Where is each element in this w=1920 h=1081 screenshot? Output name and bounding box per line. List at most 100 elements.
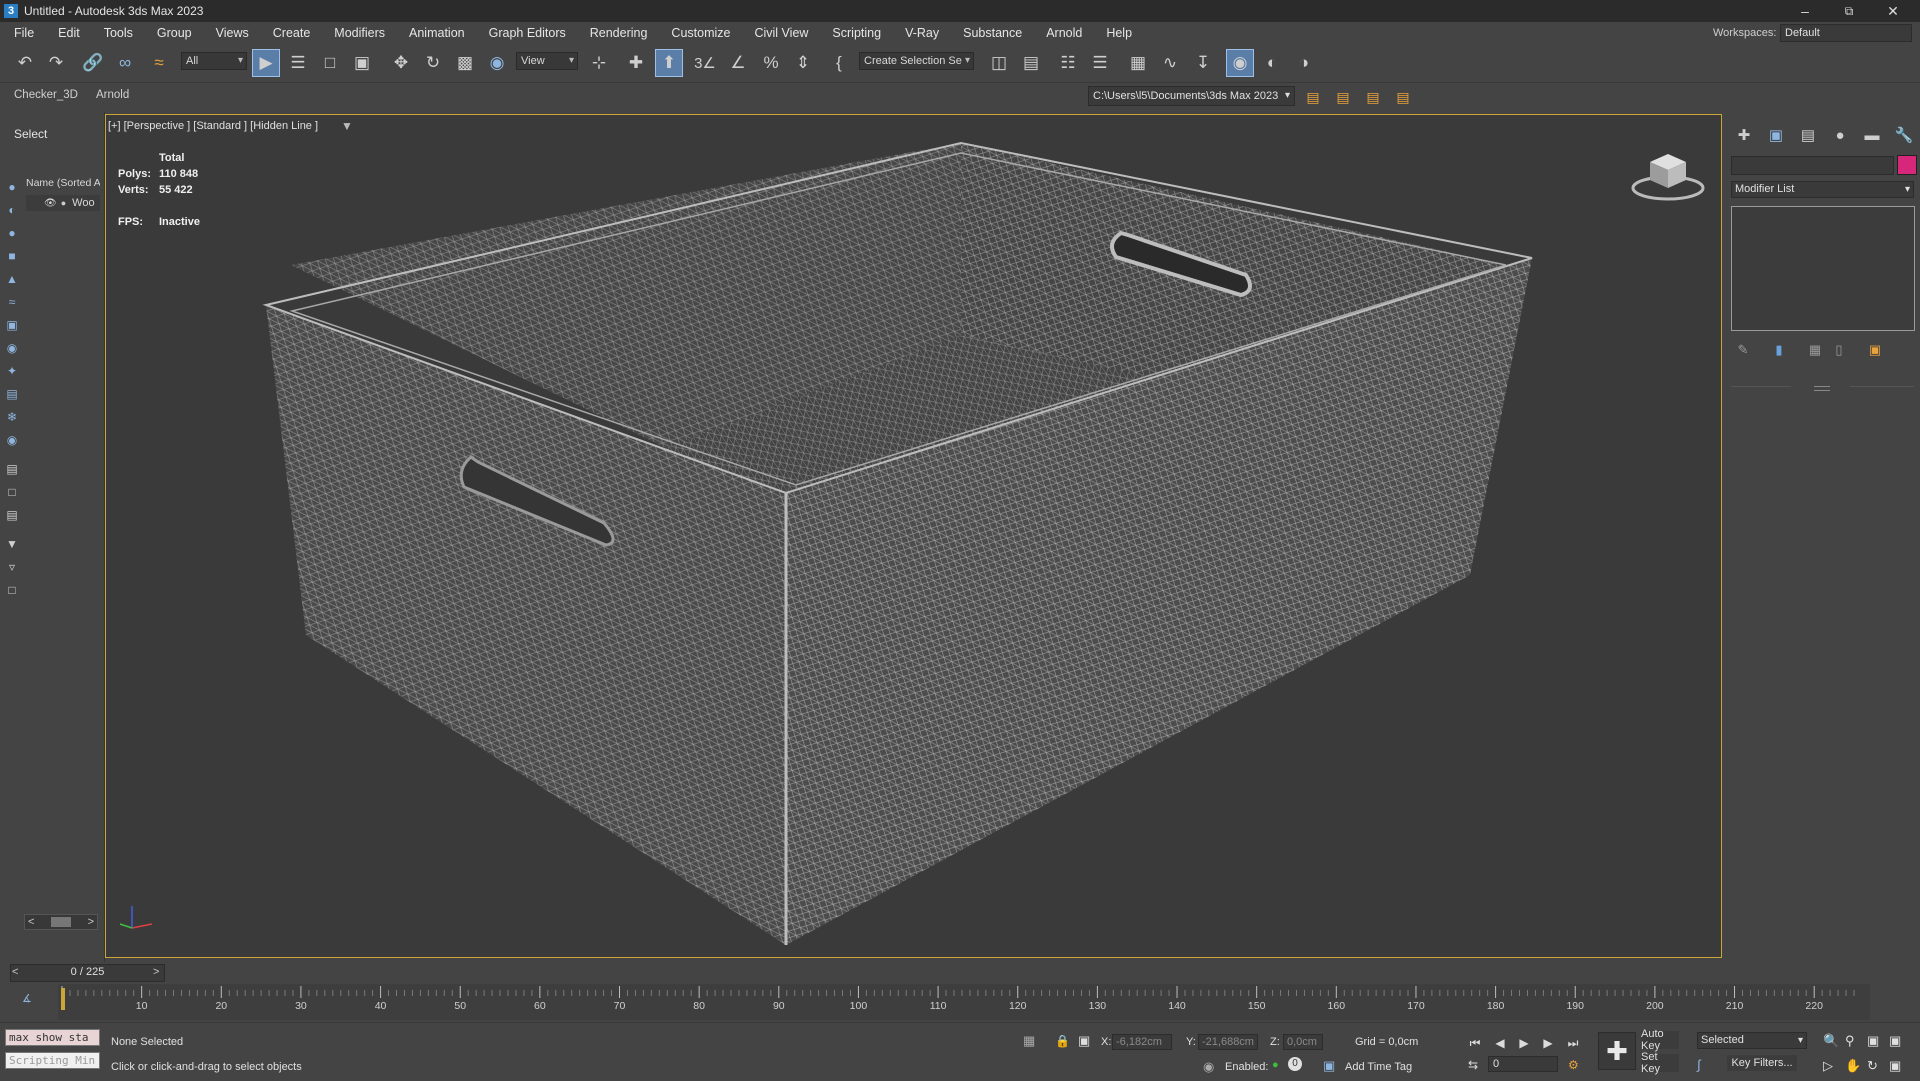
folder-icon[interactable]: □: [3, 581, 21, 599]
reference-coordinate-dropdown[interactable]: View: [516, 52, 578, 70]
display-geometry-icon[interactable]: ●: [3, 178, 21, 196]
spinner-snap-icon[interactable]: ⇕: [790, 50, 816, 76]
time-tag-icon[interactable]: ▣: [1323, 1058, 1335, 1074]
snaps-toggle-icon[interactable]: 3∠: [692, 50, 718, 76]
scroll-right-icon[interactable]: >: [88, 916, 94, 928]
current-frame-field[interactable]: 0: [1488, 1056, 1558, 1072]
zoom-extents-all-icon[interactable]: ▣: [1889, 1033, 1901, 1049]
close-icon[interactable]: ✕: [1871, 0, 1915, 22]
percent-snap-icon[interactable]: %: [758, 50, 784, 76]
utilities-tab-icon[interactable]: 🔧: [1892, 124, 1916, 146]
make-unique-icon[interactable]: ▦: [1805, 340, 1825, 360]
workspace-dropdown[interactable]: Default: [1780, 24, 1912, 42]
rectangular-selection-icon[interactable]: □: [317, 50, 343, 76]
display-helpers-icon[interactable]: ▲: [3, 270, 21, 288]
mini-curve-editor-icon[interactable]: ∡: [22, 992, 32, 1005]
show-end-result-icon[interactable]: ▮: [1769, 340, 1789, 360]
time-tag-toggle-icon[interactable]: 0: [1288, 1057, 1302, 1071]
menu-scripting[interactable]: Scripting: [820, 26, 893, 40]
rotate-icon[interactable]: ↻: [420, 50, 446, 76]
x-coord-field[interactable]: -6,182cm: [1112, 1034, 1172, 1050]
modifier-list-dropdown[interactable]: Modifier List: [1731, 181, 1914, 198]
key-filters-button[interactable]: Key Filters...: [1727, 1055, 1797, 1071]
pin-stack-icon[interactable]: ✎: [1733, 340, 1753, 360]
scroll-thumb[interactable]: [51, 917, 71, 927]
display-bones-icon[interactable]: ✦: [3, 362, 21, 380]
hierarchy-tab-icon[interactable]: ▤: [1796, 124, 1820, 146]
visibility-eye-icon[interactable]: 👁: [44, 198, 57, 209]
menu-file[interactable]: File: [2, 26, 46, 40]
isolate-selection-icon[interactable]: ▦: [1023, 1033, 1035, 1049]
keyboard-shortcut-override-icon[interactable]: ⬆: [655, 49, 683, 77]
set-key-button[interactable]: Set Key: [1641, 1051, 1679, 1075]
material-editor-icon[interactable]: ◉: [1226, 49, 1254, 77]
pan-view-icon[interactable]: ✋: [1845, 1058, 1861, 1074]
align-icon[interactable]: ▤: [1018, 50, 1044, 76]
schematic-view-icon[interactable]: ↧: [1190, 50, 1216, 76]
open-project-icon[interactable]: ▤: [1362, 86, 1384, 108]
invert-display-icon[interactable]: ▤: [3, 506, 21, 524]
move-icon[interactable]: ✥: [388, 50, 414, 76]
redo-icon[interactable]: ↷: [43, 50, 69, 76]
new-project-icon[interactable]: ▤: [1332, 86, 1354, 108]
time-slider-next-icon[interactable]: >: [153, 966, 159, 978]
orbit-icon[interactable]: ↻: [1867, 1058, 1878, 1074]
set-key-big-icon[interactable]: ✚: [1598, 1032, 1636, 1070]
link-icon[interactable]: 🔗: [80, 50, 106, 76]
filter-icon[interactable]: ▼: [3, 535, 21, 553]
viewport-label-menu[interactable]: [+] [Perspective ] [Standard ] [Hidden L…: [108, 120, 318, 132]
menu-graph-editors[interactable]: Graph Editors: [477, 26, 578, 40]
menu-group[interactable]: Group: [145, 26, 204, 40]
named-selection-set-dropdown[interactable]: Create Selection Se: [859, 52, 974, 70]
bind-spacewarp-icon[interactable]: ≈: [146, 50, 172, 76]
configure-modifier-sets-icon[interactable]: ▣: [1865, 340, 1885, 360]
auto-key-button[interactable]: Auto Key: [1641, 1028, 1679, 1052]
motion-tab-icon[interactable]: ●: [1828, 124, 1852, 146]
menu-views[interactable]: Views: [204, 26, 261, 40]
display-lights-icon[interactable]: ●: [3, 224, 21, 242]
menu-help[interactable]: Help: [1094, 26, 1144, 40]
display-spacewarps-icon[interactable]: ≈: [3, 293, 21, 311]
mirror-icon[interactable]: ◫: [986, 50, 1012, 76]
scale-icon[interactable]: ▩: [452, 50, 478, 76]
maxscript-listener-input[interactable]: max show sta: [5, 1029, 100, 1046]
zoom-all-icon[interactable]: ⚲: [1845, 1033, 1855, 1049]
name-column-header[interactable]: Name (Sorted A: [26, 177, 100, 191]
display-all-icon[interactable]: ▤: [3, 460, 21, 478]
next-frame-icon[interactable]: ▶: [1538, 1033, 1558, 1053]
menu-rendering[interactable]: Rendering: [578, 26, 660, 40]
display-shapes-icon[interactable]: ◐: [3, 201, 21, 219]
create-tab-icon[interactable]: ✚: [1732, 124, 1756, 146]
panel-divider[interactable]: [1814, 386, 1830, 391]
filter-toggle-icon[interactable]: ▿: [3, 558, 21, 576]
add-time-tag-button[interactable]: Add Time Tag: [1345, 1061, 1412, 1073]
display-tab-icon[interactable]: ▬: [1860, 124, 1884, 146]
absolute-mode-icon[interactable]: ▣: [1078, 1033, 1090, 1049]
go-to-end-icon[interactable]: ⏭: [1563, 1033, 1583, 1053]
pivot-center-icon[interactable]: ⊹: [586, 50, 612, 76]
viewcube-icon[interactable]: [1630, 144, 1706, 206]
tab-arnold[interactable]: Arnold: [96, 89, 129, 101]
place-icon[interactable]: ◉: [484, 50, 510, 76]
menu-animation[interactable]: Animation: [397, 26, 477, 40]
menu-arnold[interactable]: Arnold: [1034, 26, 1094, 40]
select-manipulate-icon[interactable]: ✚: [623, 50, 649, 76]
angle-snap-icon[interactable]: ∠: [725, 50, 751, 76]
remove-modifier-icon[interactable]: ▯: [1829, 340, 1849, 360]
selection-filter-dropdown[interactable]: All: [181, 52, 247, 70]
modify-tab-icon[interactable]: ▣: [1764, 124, 1788, 146]
perspective-viewport[interactable]: [105, 114, 1722, 958]
unlink-icon[interactable]: ∞: [112, 50, 138, 76]
display-hidden-icon[interactable]: ◉: [3, 431, 21, 449]
project-folder-icon[interactable]: ▤: [1302, 86, 1324, 108]
time-configuration-icon[interactable]: ⚙: [1568, 1058, 1579, 1072]
object-name-field[interactable]: [1731, 156, 1894, 175]
explorer-horizontal-scrollbar[interactable]: < >: [24, 914, 98, 930]
adaptive-degradation-icon[interactable]: ◉: [1203, 1059, 1214, 1075]
current-frame-marker[interactable]: [61, 988, 65, 1010]
display-cameras-icon[interactable]: ■: [3, 247, 21, 265]
modifier-stack[interactable]: [1731, 206, 1915, 331]
menu-substance[interactable]: Substance: [951, 26, 1034, 40]
explorer-mode-label[interactable]: Select: [14, 127, 47, 141]
menu-create[interactable]: Create: [261, 26, 323, 40]
